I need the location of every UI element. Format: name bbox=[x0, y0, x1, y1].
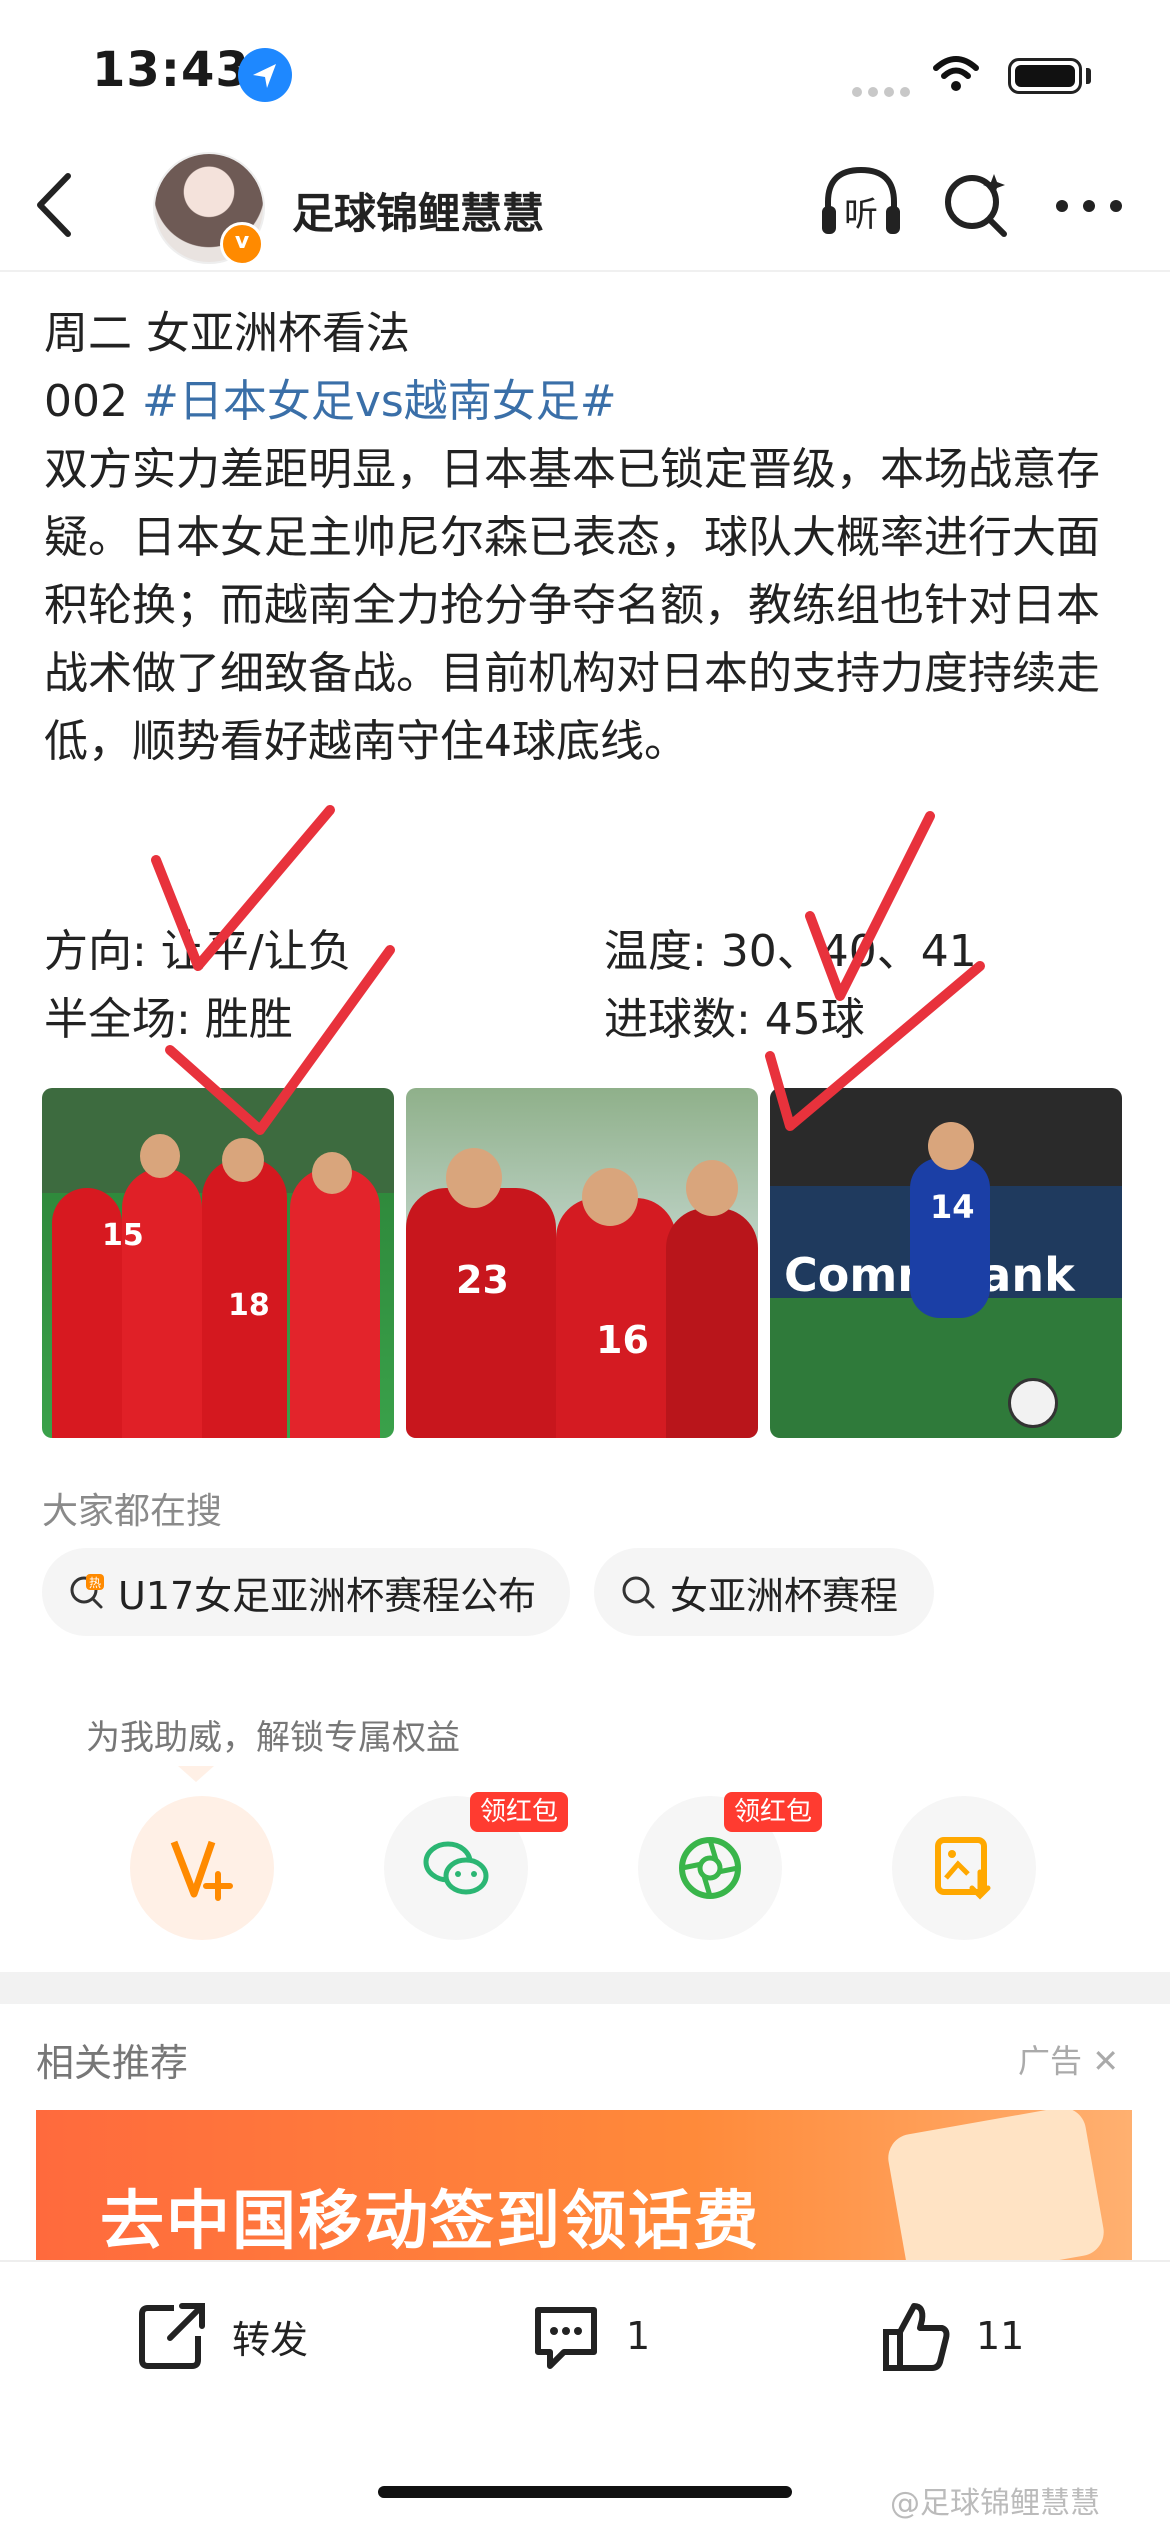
like-count: 11 bbox=[976, 2314, 1025, 2358]
comment-icon bbox=[535, 2307, 597, 2369]
calendar-illustration-icon bbox=[884, 2110, 1108, 2260]
username[interactable]: 足球锦鲤慧慧 bbox=[292, 180, 544, 241]
vip-support-button[interactable] bbox=[130, 1796, 274, 1940]
photo-japan-player[interactable]: CommBank 14 bbox=[770, 1088, 1122, 1438]
search-pill-text: U17女足亚洲杯赛程公布 bbox=[118, 1573, 537, 1618]
comment-button[interactable]: 1 bbox=[528, 2298, 650, 2374]
red-packet-badge-2: 领红包 bbox=[724, 1792, 823, 1832]
stat-temperature: 温度: 30、40、41 bbox=[604, 926, 977, 977]
search-pill-asian-cup[interactable]: 女亚洲杯赛程 bbox=[594, 1548, 934, 1636]
ad-close[interactable]: 广告 ✕ bbox=[1018, 2036, 1119, 2082]
search-pill-u17[interactable]: 热 U17女足亚洲杯赛程公布 bbox=[42, 1548, 570, 1636]
battery-tip bbox=[1086, 68, 1091, 84]
save-image-button[interactable] bbox=[892, 1796, 1036, 1940]
header-divider bbox=[0, 270, 1170, 272]
match-code: 002 bbox=[44, 376, 142, 427]
vip-plus-icon bbox=[170, 1840, 233, 1901]
search-pill-text: 女亚洲杯赛程 bbox=[670, 1573, 899, 1618]
hot-search-icon: 热 bbox=[70, 1574, 104, 1609]
photo-vietnam-team[interactable]: 15 18 bbox=[42, 1088, 394, 1438]
search-section-label: 大家都在搜 bbox=[42, 1491, 223, 1532]
comment-count: 1 bbox=[626, 2314, 651, 2358]
search-sparkle-icon[interactable] bbox=[942, 170, 1012, 244]
close-icon[interactable]: ✕ bbox=[1092, 2042, 1119, 2080]
ad-banner[interactable]: 去中国移动签到领话费 bbox=[36, 2110, 1132, 2260]
wechat-icon bbox=[423, 1841, 489, 1895]
post-body: 双方实力差距明显，日本基本已锁定晋级，本场战意存疑。日本女足主帅尼尔森已表态，球… bbox=[44, 444, 1100, 767]
support-label: 为我助威，解锁专属权益 bbox=[86, 1718, 460, 1758]
svg-text:听: 听 bbox=[844, 195, 878, 235]
photo-vietnam-celebration[interactable]: 23 16 bbox=[406, 1088, 758, 1438]
search-icon bbox=[622, 1576, 655, 1609]
moments-aperture-icon bbox=[679, 1837, 741, 1899]
red-packet-badge-1: 领红包 bbox=[470, 1792, 569, 1832]
image-download-icon bbox=[935, 1837, 991, 1900]
svg-text:热: 热 bbox=[89, 1576, 101, 1590]
home-indicator[interactable] bbox=[378, 2486, 792, 2498]
recommend-title: 相关推荐 bbox=[36, 2041, 189, 2085]
repost-button[interactable]: 转发 bbox=[134, 2298, 308, 2374]
cellular-signal-icon bbox=[852, 82, 916, 101]
stat-goals: 进球数: 45球 bbox=[604, 994, 865, 1045]
more-options-icon[interactable] bbox=[1054, 198, 1124, 218]
section-divider bbox=[0, 1972, 1170, 2004]
listen-headphone-icon[interactable]: 听 bbox=[818, 162, 904, 246]
verified-badge-icon: v bbox=[220, 222, 264, 266]
post-content: 周二 女亚洲杯看法 002 #日本女足vs越南女足# 双方实力差距明显，日本基本… bbox=[44, 300, 1134, 776]
wifi-icon bbox=[932, 54, 980, 98]
stat-half-full: 半全场: 胜胜 bbox=[44, 994, 293, 1045]
ad-banner-text: 去中国移动签到领话费 bbox=[100, 2185, 760, 2259]
repost-icon bbox=[139, 2303, 205, 2369]
ad-tag-label: 广告 bbox=[1018, 2042, 1083, 2080]
thumbs-up-icon bbox=[883, 2303, 950, 2371]
like-button[interactable]: 11 bbox=[878, 2298, 1024, 2374]
watermark: @足球锦鲤慧慧 bbox=[890, 2486, 1100, 2521]
repost-label: 转发 bbox=[232, 2317, 309, 2362]
post-title: 周二 女亚洲杯看法 bbox=[44, 308, 410, 359]
stat-direction: 方向: 让平/让负 bbox=[44, 926, 352, 977]
battery-icon bbox=[1008, 58, 1082, 94]
back-arrow-icon[interactable] bbox=[30, 170, 74, 244]
hashtag-link[interactable]: #日本女足vs越南女足# bbox=[142, 376, 617, 427]
tooltip-pointer bbox=[178, 1766, 214, 1782]
location-icon bbox=[238, 48, 292, 102]
post-match-line: 002 #日本女足vs越南女足# bbox=[44, 368, 1134, 436]
status-time: 13:43 bbox=[92, 42, 250, 98]
